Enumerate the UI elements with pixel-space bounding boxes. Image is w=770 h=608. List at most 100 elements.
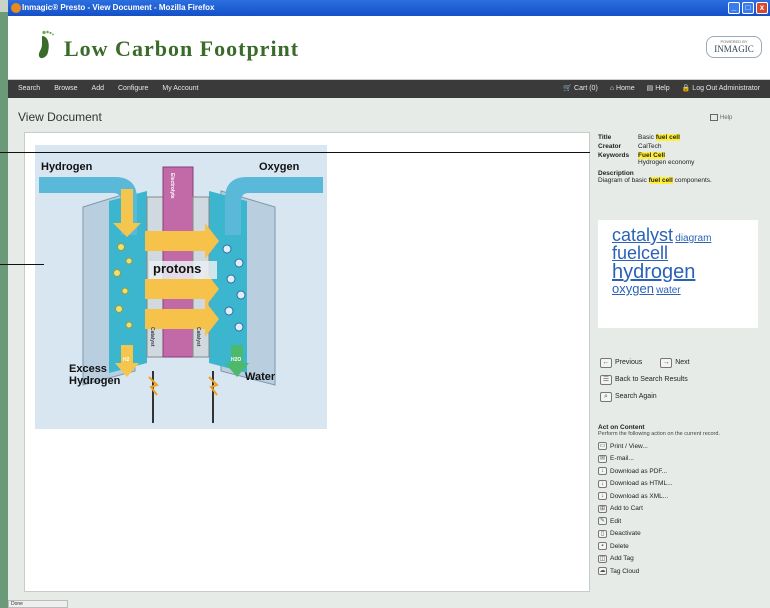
figure-label-h2o: H2O (231, 357, 242, 363)
tag-icon: ◫ (598, 554, 607, 563)
browser-status-bar: Done (8, 600, 68, 608)
help-link[interactable]: Help (710, 114, 732, 121)
main-navbar: Search Browse Add Configure My Account 🛒… (8, 80, 770, 98)
meta-keyword-hydrogen-economy: Hydrogen economy (638, 159, 695, 166)
previous-link[interactable]: ← Previous (600, 357, 642, 368)
tag-oxygen[interactable]: oxygen (612, 282, 654, 295)
meta-title-key: Title (598, 134, 612, 141)
close-button[interactable]: x (756, 2, 768, 14)
figure-label-oxygen: Oxygen (259, 161, 300, 173)
arrow-right-icon: → (660, 357, 673, 368)
pencil-icon: ✎ (598, 517, 607, 526)
meta-description-key: Description (598, 170, 634, 177)
action-download-xml-label: Download as XML... (610, 492, 669, 500)
action-tag-cloud-label: Tag Cloud (610, 567, 640, 575)
action-download-pdf[interactable]: ↓ Download as PDF... (598, 465, 770, 478)
action-download-pdf-label: Download as PDF... (610, 467, 668, 475)
action-download-xml[interactable]: ↓ Download as XML... (598, 490, 770, 503)
tag-hydrogen[interactable]: hydrogen (612, 262, 695, 282)
nav-configure[interactable]: Configure (118, 80, 148, 98)
figure-label-excess-hydrogen: Hydrogen (69, 375, 121, 387)
nav-help[interactable]: ▤ Help (647, 80, 670, 98)
list-icon: ☰ (600, 374, 612, 385)
download-icon: ↓ (598, 479, 607, 488)
act-on-content: Act on Content Perform the following act… (598, 424, 770, 578)
action-delete-label: Delete (610, 542, 629, 550)
figure-label-water: Water (245, 371, 276, 383)
meta-title-highlight: fuel cell (655, 134, 680, 141)
cloud-icon: ☁ (598, 567, 607, 576)
nav-cart-label: Cart (0) (574, 85, 598, 92)
action-add-tag[interactable]: ◫ Add Tag (598, 553, 770, 566)
nav-browse[interactable]: Browse (54, 80, 77, 98)
meta-keywords-value: Fuel Cell Hydrogen economy (638, 152, 694, 166)
document-panel: Hydrogen Oxygen protons Excess Hydrogen … (24, 132, 590, 592)
window-titlebar: Inmagic® Presto - View Document - Mozill… (8, 0, 770, 16)
record-navigation: ← Previous → Next ☰ Back to Search Results … (600, 354, 760, 405)
figure-label-h2: H2 (123, 357, 130, 363)
window-controls: _ □ x (728, 2, 768, 14)
action-add-to-cart[interactable]: ⊞ Add to Cart (598, 503, 770, 516)
download-icon: ↓ (598, 492, 607, 501)
nav-add[interactable]: Add (92, 80, 104, 98)
tag-water[interactable]: water (656, 286, 680, 296)
tag-cloud: catalyst diagram fuelcell hydrogen oxyge… (598, 220, 758, 328)
cart-icon: ⊞ (598, 504, 607, 513)
action-email[interactable]: ✉ E-mail... (598, 453, 770, 466)
document-icon: ▯ (598, 529, 607, 538)
nav-logout[interactable]: 🔒 Log Out Administrator (682, 80, 760, 98)
brand-name: Low Carbon Footprint (64, 36, 300, 61)
tag-catalyst[interactable]: catalyst (612, 226, 673, 244)
nav-cart[interactable]: 🛒 Cart (0) (563, 80, 597, 98)
tag-fuelcell[interactable]: fuelcell (612, 244, 668, 262)
lock-icon: 🔒 (681, 85, 693, 92)
meta-title-value: Basic fuel cell (638, 134, 680, 141)
meta-description-highlight: fuel cell (648, 177, 673, 184)
figure-label-hydrogen: Hydrogen (41, 161, 93, 173)
figure-label-catalyst-left: Catalyst (149, 327, 155, 347)
meta-creator-key: Creator (598, 143, 622, 150)
figure-label-excess: Excess (69, 363, 107, 375)
nav-my-account[interactable]: My Account (162, 80, 198, 98)
search-icon: ⌕ (600, 391, 612, 402)
action-edit[interactable]: ✎ Edit (598, 515, 770, 528)
maximize-button[interactable]: □ (742, 2, 754, 14)
powered-by-inmagic-logo: POWERED BY INMAGIC (706, 36, 762, 58)
nav-search[interactable]: Search (18, 80, 40, 98)
printer-icon: ▭ (598, 442, 607, 451)
window-title: Inmagic® Presto - View Document - Mozill… (22, 3, 215, 12)
action-download-html[interactable]: ↓ Download as HTML... (598, 478, 770, 491)
meta-description-prefix: Diagram of basic (598, 177, 647, 184)
content-area: View Document Help Hydrogen Oxygen proto… (8, 98, 770, 608)
tag-diagram[interactable]: diagram (675, 234, 711, 244)
action-download-html-label: Download as HTML... (610, 480, 673, 488)
help-book-icon (710, 114, 718, 121)
arrow-left-icon: ← (600, 357, 612, 368)
back-to-results-link[interactable]: ☰ Back to Search Results (600, 371, 760, 388)
email-icon: ✉ (598, 454, 607, 463)
action-print-view-label: Print / View... (610, 442, 648, 450)
action-tag-cloud[interactable]: ☁ Tag Cloud (598, 565, 770, 578)
action-add-to-cart-label: Add to Cart (610, 505, 643, 513)
cart-icon: 🛒 (563, 85, 575, 92)
nav-home[interactable]: ⌂ Home (610, 80, 635, 98)
footprint-logo-icon (38, 30, 54, 59)
next-link[interactable]: → Next (660, 357, 690, 368)
action-edit-label: Edit (610, 517, 622, 525)
minimize-button[interactable]: _ (728, 2, 740, 14)
firefox-icon (11, 3, 21, 13)
action-deactivate[interactable]: ▯ Deactivate (598, 528, 770, 541)
action-delete[interactable]: ▪ Delete (598, 540, 770, 553)
action-print-view[interactable]: ▭ Print / View... (598, 440, 770, 453)
next-label: Next (675, 359, 690, 366)
figure-label-electrolyte: Electrolyte (169, 173, 175, 199)
page-title: View Document (18, 110, 102, 124)
search-again-link[interactable]: ⌕ Search Again (600, 388, 760, 405)
annotation-pointer-line (0, 152, 590, 153)
meta-keyword-fuel-cell: Fuel Cell (638, 152, 666, 159)
figure-label-protons: protons (153, 261, 202, 276)
meta-description-suffix: components. (674, 177, 712, 184)
meta-keywords-key: Keywords (598, 152, 630, 159)
record-metadata: Title Basic fuel cell Creator CalTech Keyw… (598, 134, 768, 184)
brand-header: Low Carbon Footprint POWERED BY INMAGIC (8, 16, 770, 80)
